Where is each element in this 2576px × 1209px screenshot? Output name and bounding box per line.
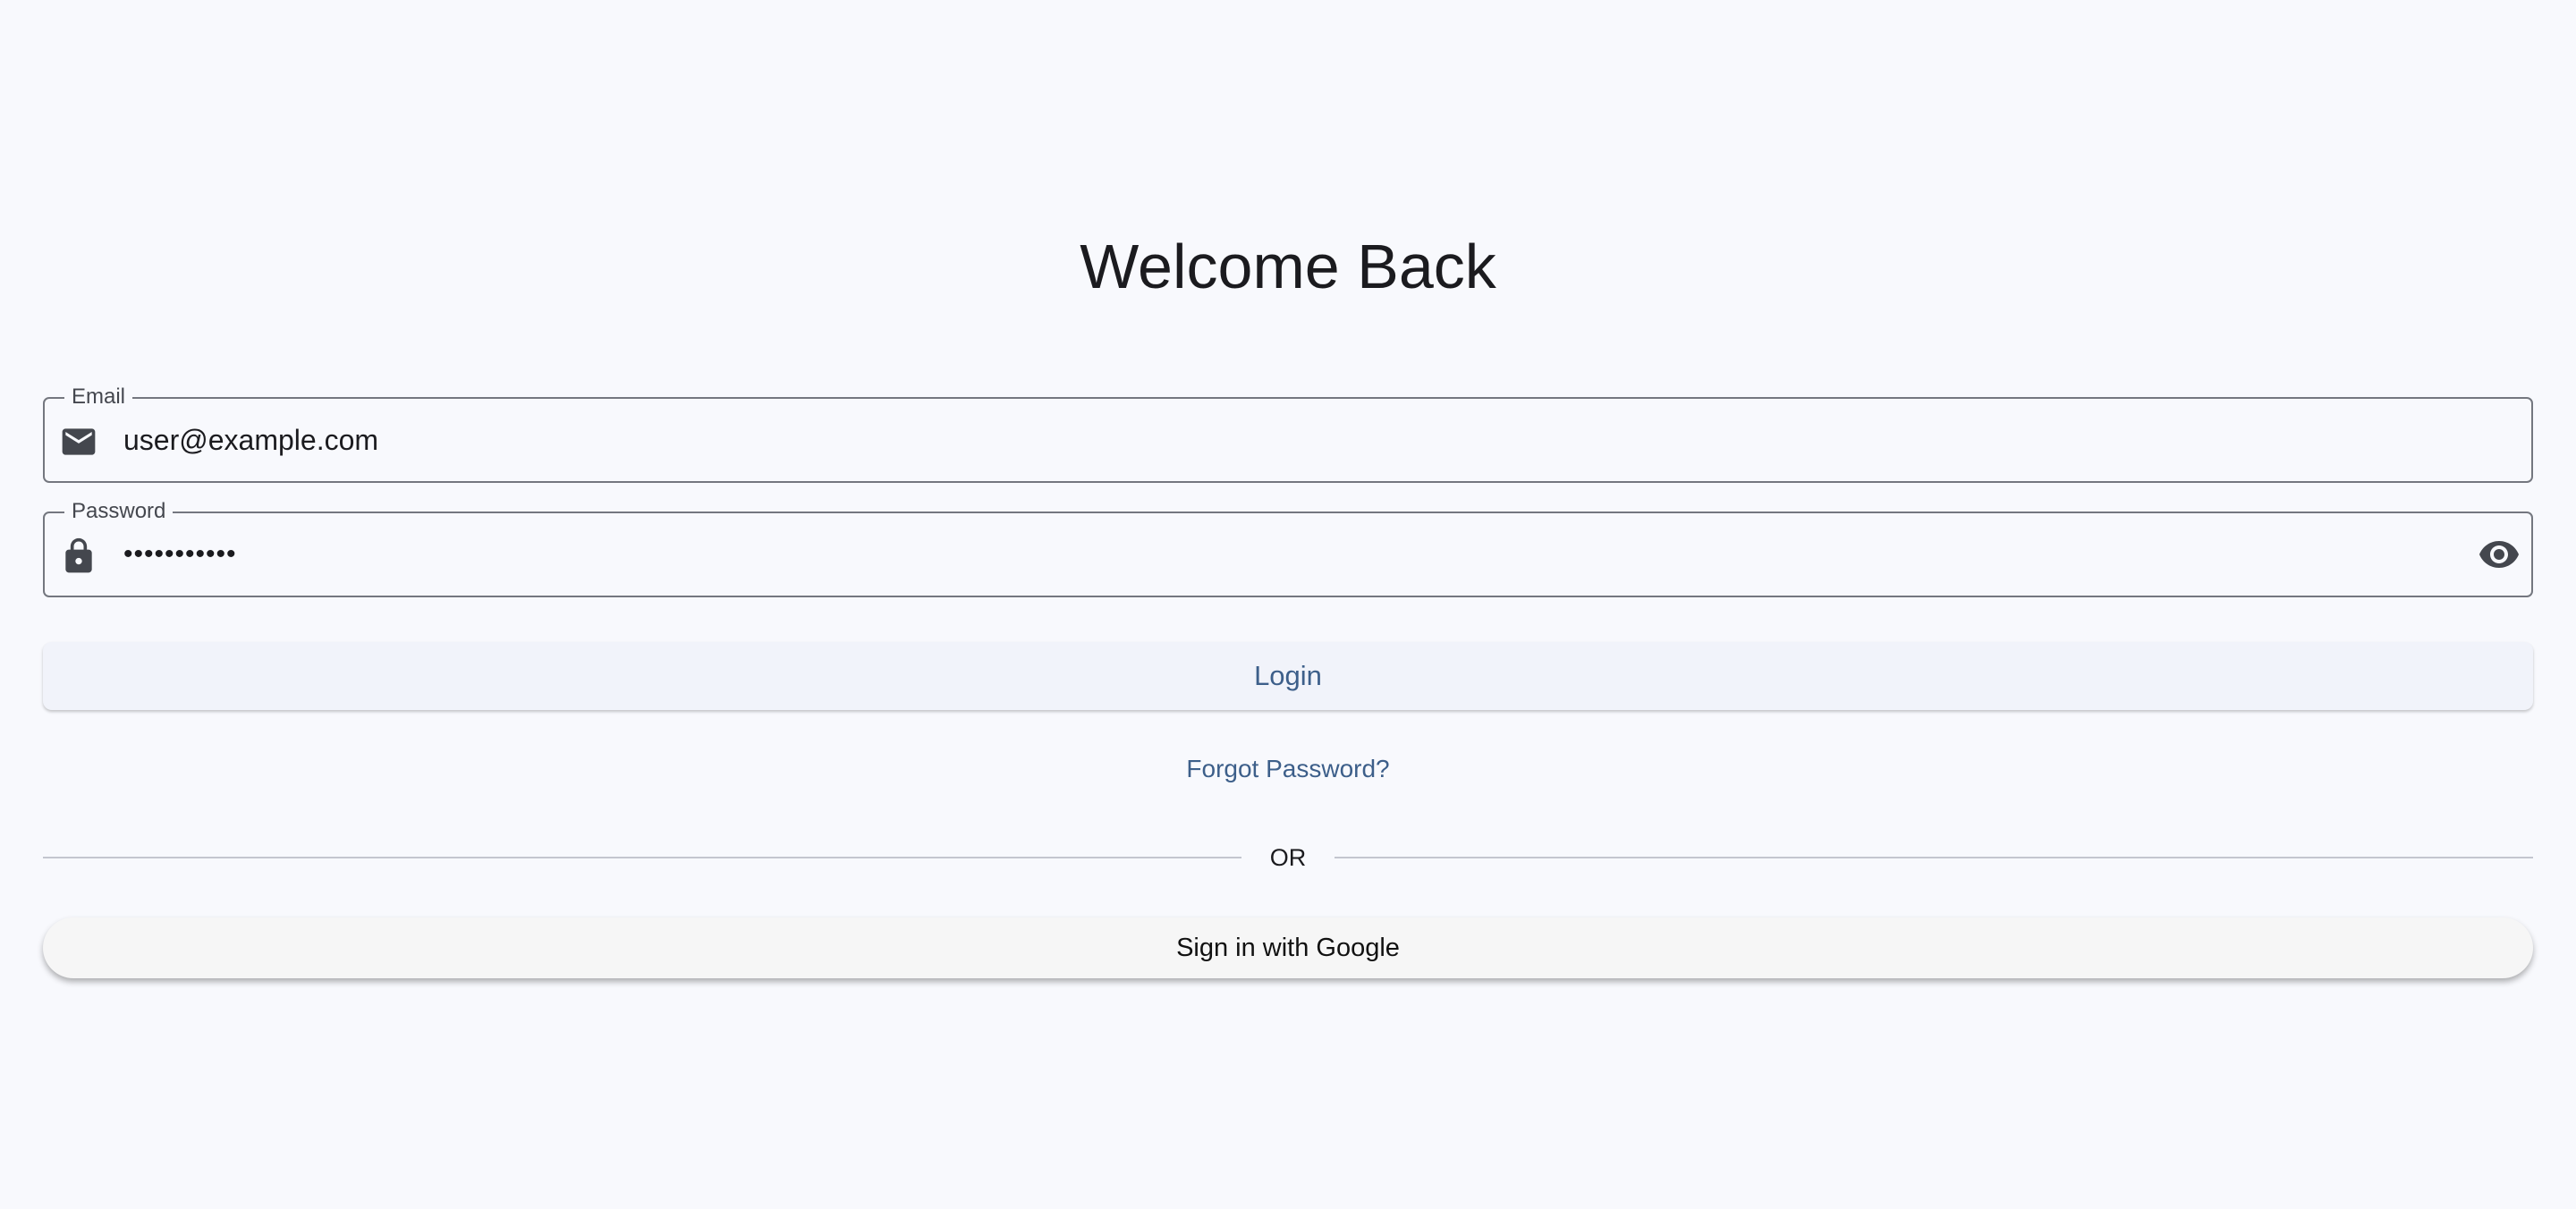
divider-or-text: OR (1269, 844, 1307, 871)
divider-line-left (43, 857, 1241, 858)
eye-icon[interactable] (2476, 533, 2522, 576)
email-input[interactable]: user@example.com (123, 399, 378, 481)
email-field-label: Email (64, 385, 133, 410)
page-title: Welcome Back (1080, 232, 1496, 301)
lock-icon (65, 537, 92, 573)
forgot-password-link[interactable]: Forgot Password? (0, 749, 2576, 789)
email-field[interactable]: Email user@example.com (43, 385, 2533, 483)
divider-line-right (1335, 857, 2533, 858)
google-sign-in-button[interactable]: Sign in with Google (43, 917, 2533, 978)
login-button[interactable]: Login (43, 642, 2533, 710)
password-field[interactable]: Password ••••••••••• (43, 499, 2533, 597)
mail-icon (62, 428, 96, 455)
password-input[interactable]: ••••••••••• (123, 513, 237, 596)
